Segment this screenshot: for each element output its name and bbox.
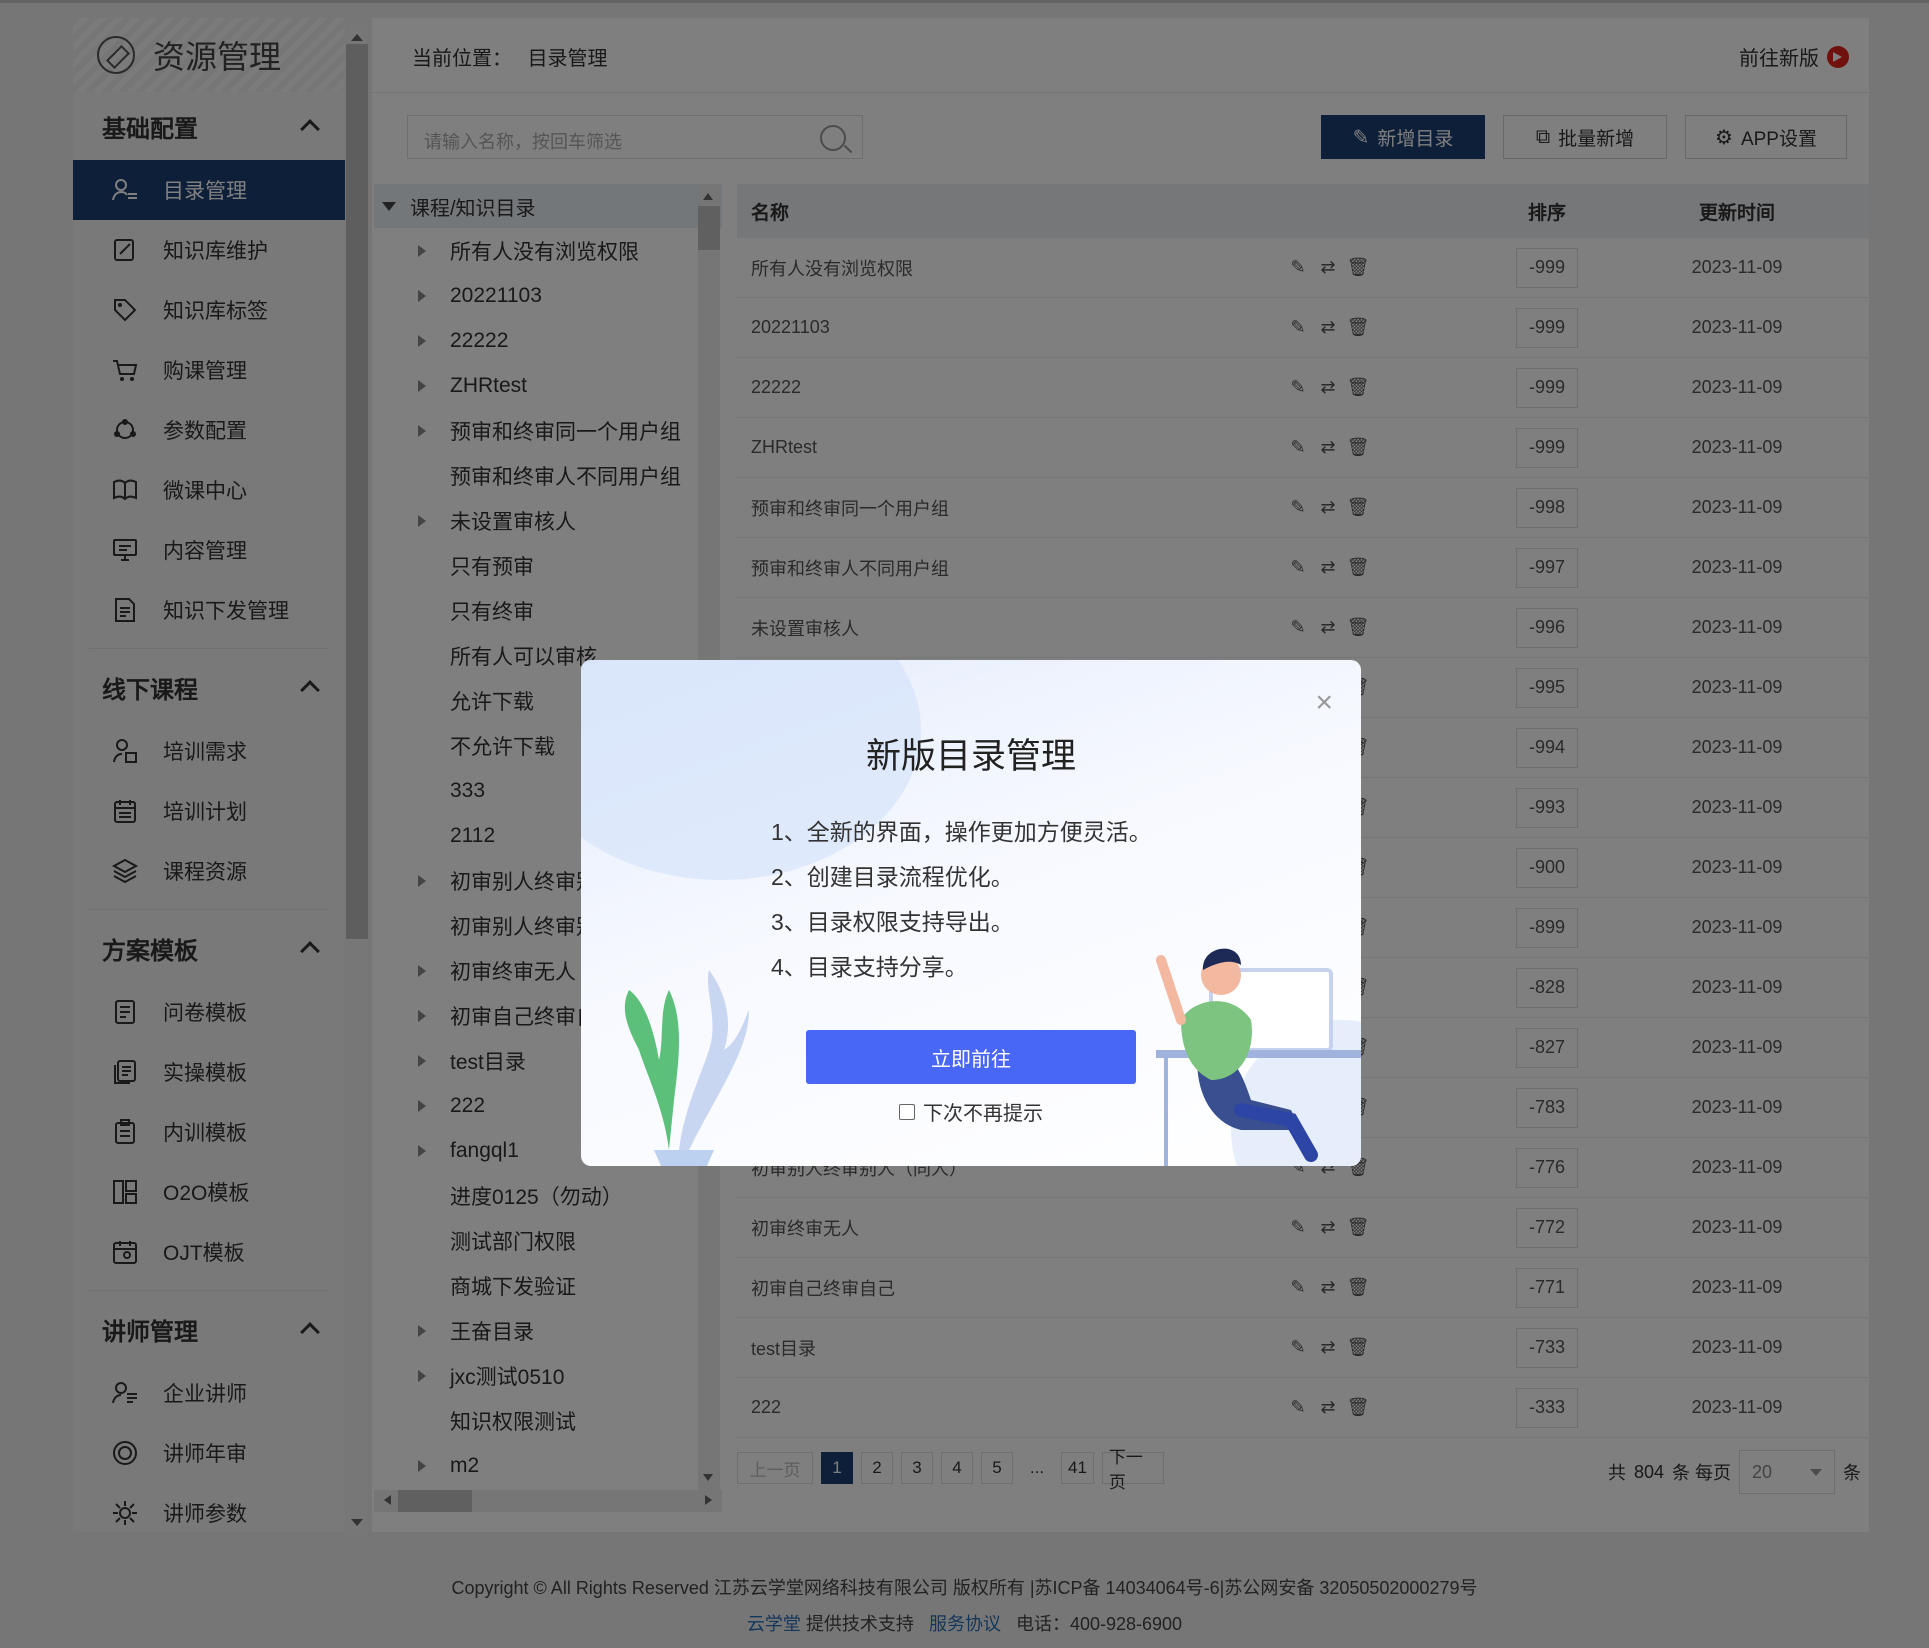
feature-item: 1、全新的界面，操作更加方便灵活。: [771, 819, 1152, 845]
dont-show-label: 下次不再提示: [923, 1103, 1043, 1125]
feature-item: 2、创建目录流程优化。: [771, 864, 1014, 890]
feature-item: 4、目录支持分享。: [771, 954, 968, 980]
feature-item: 3、目录权限支持导出。: [771, 909, 1014, 935]
person-at-desk-illustration: [1156, 948, 1361, 1166]
go-now-button[interactable]: 立即前往: [806, 1030, 1136, 1084]
close-icon[interactable]: ×: [1315, 686, 1333, 720]
dont-show-checkbox[interactable]: [899, 1103, 915, 1120]
modal-title: 新版目录管理: [865, 737, 1076, 776]
dont-show-again[interactable]: 下次不再提示: [581, 1097, 1361, 1126]
new-version-modal: × 新版目录管理 1、全新的界面，操作更加方便灵活。 2、创建目录流程优化。 3…: [581, 660, 1361, 1166]
plant-illustration: [624, 970, 749, 1166]
modal-feature-list: 1、全新的界面，操作更加方便灵活。 2、创建目录流程优化。 3、目录权限支持导出…: [771, 810, 1152, 990]
